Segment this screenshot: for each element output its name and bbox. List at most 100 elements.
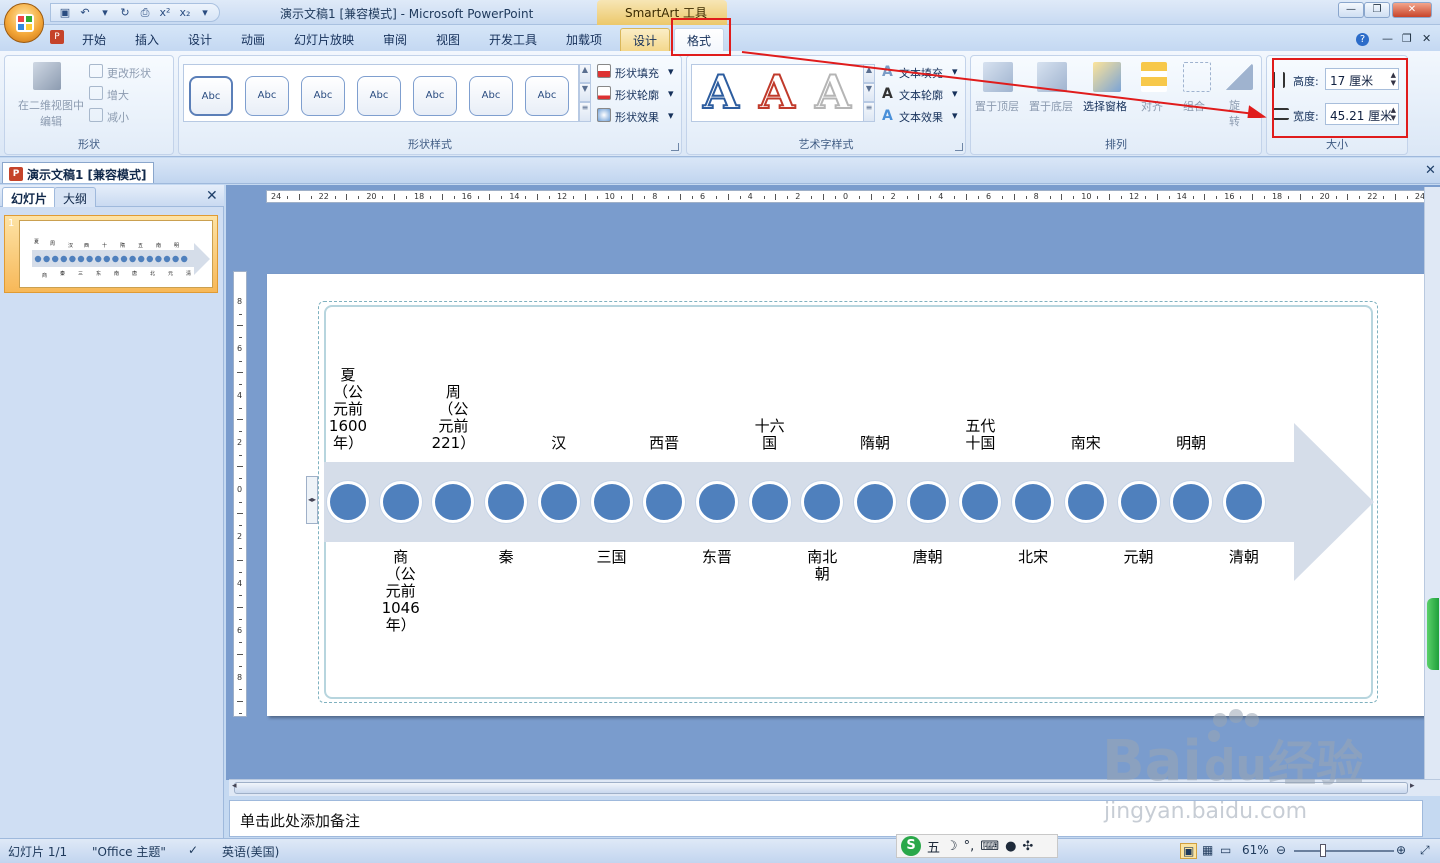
shape-style-5[interactable]: Abc <box>413 76 457 116</box>
zoom-slider-thumb[interactable] <box>1320 844 1326 857</box>
timeline-node[interactable] <box>695 481 738 523</box>
tab-design[interactable]: 设计 <box>188 31 212 48</box>
minimize-button[interactable]: — <box>1338 2 1364 18</box>
keyboard-icon[interactable]: ⌨ <box>980 839 999 854</box>
shape-outline-dropdown-icon[interactable]: ▾ <box>668 87 674 100</box>
timeline-label-top[interactable]: 西晋 <box>634 435 694 452</box>
spellcheck-icon[interactable]: ✓ <box>188 843 198 857</box>
language[interactable]: 英语(美国) <box>222 843 279 860</box>
slide-sorter-icon[interactable]: ▦ <box>1202 843 1213 857</box>
timeline-label-top[interactable]: 南宋 <box>1056 435 1116 452</box>
ribbon-minimize-icon[interactable]: — <box>1382 32 1393 45</box>
text-pane-toggle[interactable]: ◂▸ <box>306 476 318 524</box>
menu-icon[interactable]: ✣ <box>1022 839 1033 854</box>
fit-window-icon[interactable]: ⤢ <box>1420 843 1430 858</box>
timeline-node[interactable] <box>643 481 686 523</box>
undo-icon[interactable]: ↶ <box>77 5 93 21</box>
timeline-node[interactable] <box>537 481 580 523</box>
timeline-label-bottom[interactable]: 唐朝 <box>898 549 958 566</box>
tab-animations[interactable]: 动画 <box>241 31 265 48</box>
superscript-icon[interactable]: x² <box>157 5 173 21</box>
timeline-node[interactable] <box>1012 481 1055 523</box>
tab-outline[interactable]: 大纲 <box>54 187 97 207</box>
smaller-button[interactable]: 减小 <box>107 109 129 125</box>
tab-view[interactable]: 视图 <box>436 31 460 48</box>
tab-smartart-design[interactable]: 设计 <box>620 28 671 52</box>
timeline-node[interactable] <box>327 481 369 523</box>
timeline-node[interactable] <box>1170 481 1213 523</box>
zoom-in-icon[interactable]: ⊕ <box>1396 843 1406 857</box>
restore-button[interactable]: ❐ <box>1364 2 1390 18</box>
timeline-node[interactable] <box>748 481 791 523</box>
timeline-node[interactable] <box>1117 481 1160 523</box>
help-icon[interactable]: ? <box>1356 33 1369 46</box>
timeline-label-bottom[interactable]: 元朝 <box>1109 549 1169 566</box>
timeline-node[interactable] <box>485 481 528 523</box>
customize-qat-icon[interactable]: ▾ <box>197 5 213 21</box>
ime-toolbar[interactable]: S 五 ☽ °, ⌨ ● ✣ <box>896 834 1058 858</box>
shape-style-7[interactable]: Abc <box>525 76 569 116</box>
gallery-up-icon[interactable]: ▲ <box>579 64 591 83</box>
timeline-label-bottom[interactable]: 清朝 <box>1214 549 1274 566</box>
subscript-icon[interactable]: x₂ <box>177 5 193 21</box>
tab-review[interactable]: 审阅 <box>383 31 407 48</box>
timeline-node[interactable] <box>854 481 896 523</box>
zoom-slider[interactable] <box>1294 850 1394 852</box>
document-close-icon[interactable]: ✕ <box>1425 163 1436 178</box>
slide-thumbnail[interactable]: 夏周汉西十隋五南明 商秦三东南唐北元清 <box>19 220 213 288</box>
timeline-label-bottom[interactable]: 商 （公 元前 1046 年） <box>371 549 431 634</box>
shape-styles-launcher-icon[interactable] <box>671 143 679 151</box>
shape-style-2[interactable]: Abc <box>245 76 289 116</box>
normal-view-icon[interactable]: ▣ <box>1180 843 1198 859</box>
shape-style-3[interactable]: Abc <box>301 76 345 116</box>
timeline-label-top[interactable]: 周 （公 元前 221） <box>423 384 483 452</box>
tab-insert[interactable]: 插入 <box>135 31 159 48</box>
shape-effects-dropdown-icon[interactable]: ▾ <box>668 109 674 122</box>
change-shape-button[interactable]: 更改形状 <box>107 65 151 81</box>
office-button[interactable] <box>4 3 44 43</box>
timeline-label-top[interactable]: 汉 <box>529 435 589 452</box>
tab-slideshow[interactable]: 幻灯片放映 <box>294 31 354 48</box>
timeline-label-top[interactable]: 五代 十国 <box>950 418 1010 452</box>
close-button[interactable]: ✕ <box>1392 2 1432 18</box>
shape-effects-button[interactable]: 形状效果 <box>615 109 659 125</box>
timeline-node[interactable] <box>906 481 949 523</box>
timeline-label-bottom[interactable]: 三国 <box>582 549 642 566</box>
ime-mode[interactable]: 五 <box>927 837 940 856</box>
pane-close-icon[interactable]: ✕ <box>206 188 218 204</box>
slide-thumbnail-selected[interactable]: 1 夏周汉西十隋五南明 商秦三东南唐北元清 <box>4 215 218 293</box>
timeline-label-top[interactable]: 十六 国 <box>740 418 800 452</box>
vertical-scrollbar[interactable] <box>1424 187 1440 779</box>
scroll-right-icon[interactable]: ▸ <box>1410 781 1415 791</box>
user-icon[interactable]: ● <box>1005 839 1016 854</box>
print-preview-icon[interactable]: ⎙ <box>137 5 153 21</box>
tab-developer[interactable]: 开发工具 <box>489 31 537 48</box>
timeline-label-top[interactable]: 明朝 <box>1161 435 1221 452</box>
ribbon-close-icon[interactable]: ✕ <box>1422 32 1431 45</box>
punctuation-icon[interactable]: °, <box>964 839 975 854</box>
timeline-label-bottom[interactable]: 秦 <box>476 549 536 566</box>
timeline-label-bottom[interactable]: 北宋 <box>1003 549 1063 566</box>
wordart-launcher-icon[interactable] <box>955 143 963 151</box>
edit-2d-button[interactable]: 在二维视图中 编辑 <box>9 98 93 130</box>
gallery-more-icon[interactable]: ≡ <box>579 102 591 122</box>
tab-home[interactable]: 开始 <box>82 31 106 48</box>
shape-outline-button[interactable]: 形状轮廓 <box>615 87 659 103</box>
timeline-label-top[interactable]: 隋朝 <box>845 435 905 452</box>
timeline-label-bottom[interactable]: 东晋 <box>687 549 747 566</box>
zoom-level[interactable]: 61% <box>1242 843 1269 857</box>
larger-button[interactable]: 增大 <box>107 87 129 103</box>
tab-addins[interactable]: 加载项 <box>566 31 602 48</box>
zoom-out-icon[interactable]: ⊖ <box>1276 843 1286 857</box>
document-tab[interactable]: P 演示文稿1 [兼容模式] <box>2 162 154 183</box>
timeline-node[interactable] <box>590 481 633 523</box>
scroll-left-icon[interactable]: ◂ <box>232 781 237 791</box>
side-widget-tab[interactable] <box>1427 598 1439 670</box>
slideshow-view-icon[interactable]: ▭ <box>1220 843 1231 857</box>
timeline-node[interactable] <box>379 481 422 523</box>
theme-name[interactable]: "Office 主题" <box>92 843 166 860</box>
shape-fill-button[interactable]: 形状填充 <box>615 65 659 81</box>
shape-style-4[interactable]: Abc <box>357 76 401 116</box>
tab-slides[interactable]: 幻灯片 <box>2 187 57 207</box>
shape-fill-dropdown-icon[interactable]: ▾ <box>668 65 674 78</box>
